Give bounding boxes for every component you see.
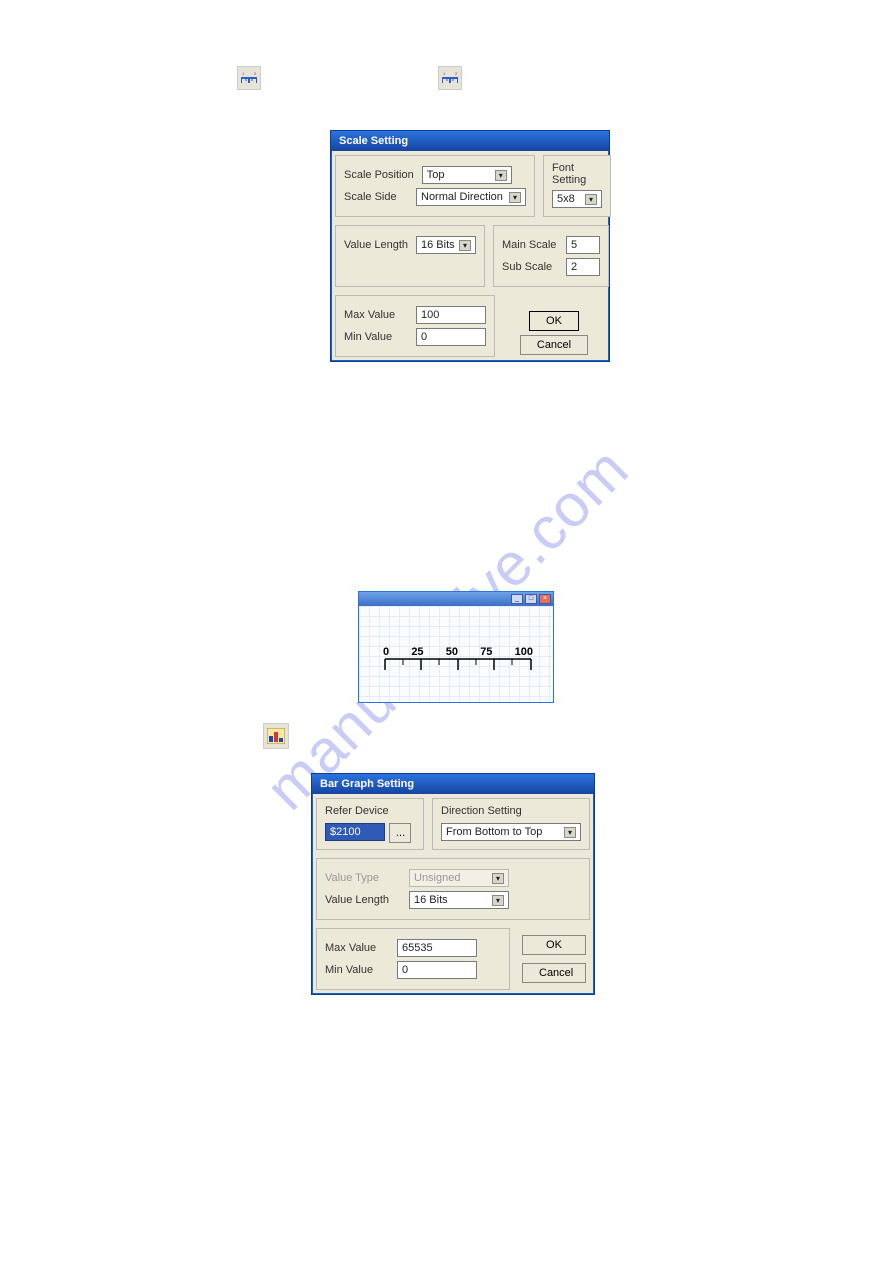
font-setting-value: 5x8 [557, 193, 575, 205]
close-icon[interactable]: × [539, 594, 551, 604]
bar-graph-setting-dialog: Bar Graph Setting Refer Device ... Direc… [311, 773, 595, 995]
tick-label: 25 [411, 646, 423, 658]
main-scale-input[interactable] [566, 236, 600, 254]
font-setting-label: Font Setting [552, 162, 602, 186]
refer-device-label: Refer Device [325, 805, 415, 817]
scale-tool-icon[interactable]: 1 2 [237, 66, 261, 90]
bar-ok-button[interactable]: OK [522, 935, 586, 955]
maximize-icon[interactable]: □ [525, 594, 537, 604]
ok-button[interactable]: OK [529, 311, 579, 331]
bar-cancel-button[interactable]: Cancel [522, 963, 586, 983]
svg-text:2: 2 [455, 71, 458, 76]
scale-side-label: Scale Side [344, 191, 408, 203]
direction-select[interactable]: From Bottom to Top ▾ [441, 823, 581, 841]
chevron-down-icon: ▾ [492, 873, 504, 884]
scale-position-value: Top [427, 169, 445, 181]
max-value-input[interactable] [416, 306, 486, 324]
sub-scale-input[interactable] [566, 258, 600, 276]
minimize-icon[interactable]: _ [511, 594, 523, 604]
bar-min-value-input[interactable] [397, 961, 477, 979]
min-value-input[interactable] [416, 328, 486, 346]
value-type-value: Unsigned [414, 872, 460, 884]
refer-device-input[interactable] [325, 823, 385, 841]
tick-label: 75 [480, 646, 492, 658]
direction-value: From Bottom to Top [446, 826, 542, 838]
main-scale-label: Main Scale [502, 239, 558, 251]
bar-value-length-label: Value Length [325, 894, 401, 906]
bar-max-value-input[interactable] [397, 939, 477, 957]
scale-position-select[interactable]: Top ▾ [422, 166, 512, 184]
sub-scale-label: Sub Scale [502, 261, 558, 273]
bar-dialog-title: Bar Graph Setting [312, 774, 594, 794]
chevron-down-icon: ▾ [564, 827, 576, 838]
scale-widget: 0 25 50 75 100 [383, 646, 533, 677]
tick-label: 50 [446, 646, 458, 658]
value-type-label: Value Type [325, 872, 401, 884]
bar-value-length-select[interactable]: 16 Bits ▾ [409, 891, 509, 909]
value-type-select: Unsigned ▾ [409, 869, 509, 887]
direction-setting-label: Direction Setting [441, 805, 581, 817]
chevron-down-icon: ▾ [585, 194, 597, 205]
value-length-value: 16 Bits [421, 239, 455, 251]
scale-tool-icon[interactable]: 1 2 [438, 66, 462, 90]
bar-max-value-label: Max Value [325, 942, 389, 954]
value-length-select[interactable]: 16 Bits ▾ [416, 236, 476, 254]
scale-position-label: Scale Position [344, 169, 414, 181]
cancel-button[interactable]: Cancel [520, 335, 588, 355]
tick-label: 0 [383, 646, 389, 658]
chevron-down-icon: ▾ [459, 240, 471, 251]
svg-text:2: 2 [254, 71, 257, 76]
svg-text:1: 1 [242, 71, 245, 76]
scale-dialog-title: Scale Setting [331, 131, 609, 151]
value-length-label: Value Length [344, 239, 408, 251]
chevron-down-icon: ▾ [509, 192, 521, 203]
min-value-label: Min Value [344, 331, 408, 343]
refer-device-browse-button[interactable]: ... [389, 823, 411, 843]
max-value-label: Max Value [344, 309, 408, 321]
scale-side-value: Normal Direction [421, 191, 503, 203]
bar-graph-tool-icon[interactable] [263, 723, 289, 749]
scale-setting-dialog: Scale Setting Scale Position Top ▾ Scale… [330, 130, 610, 362]
font-setting-select[interactable]: 5x8 ▾ [552, 190, 602, 208]
chevron-down-icon: ▾ [495, 170, 507, 181]
bar-min-value-label: Min Value [325, 964, 389, 976]
scale-preview-window: _ □ × 0 25 50 75 100 [358, 591, 554, 703]
scale-side-select[interactable]: Normal Direction ▾ [416, 188, 526, 206]
chevron-down-icon: ▾ [492, 895, 504, 906]
bar-value-length-value: 16 Bits [414, 894, 448, 906]
svg-text:1: 1 [443, 71, 446, 76]
tick-label: 100 [515, 646, 533, 658]
